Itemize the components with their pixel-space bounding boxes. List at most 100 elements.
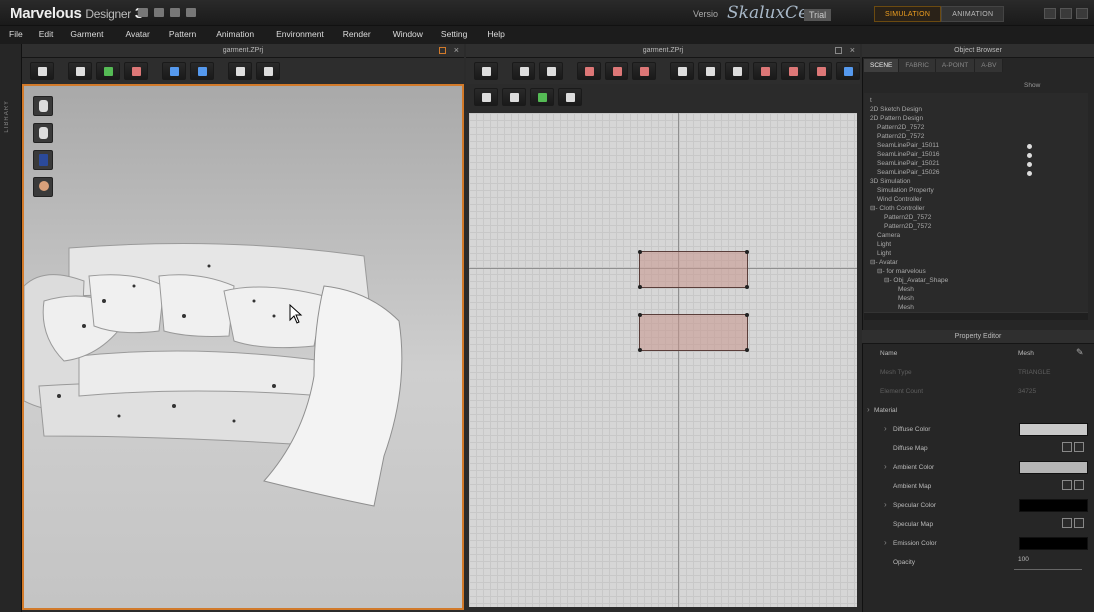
- expand-chevron-icon[interactable]: ›: [884, 500, 887, 509]
- expand-chevron-icon[interactable]: ›: [884, 538, 887, 547]
- garment-alt-tool-icon[interactable]: [124, 62, 148, 80]
- edit-pattern-icon[interactable]: [539, 62, 564, 80]
- viewport-3d[interactable]: [22, 84, 464, 610]
- close-panel-icon[interactable]: ×: [850, 45, 855, 55]
- pin-tool-icon[interactable]: [228, 62, 252, 80]
- tree-item[interactable]: SeamLinePair_15021: [877, 160, 940, 168]
- transform-pattern-icon[interactable]: [511, 62, 536, 80]
- tree-item[interactable]: Pattern2D_7572: [877, 124, 924, 132]
- minimize-icon[interactable]: [1044, 8, 1056, 19]
- add-map-icon[interactable]: [1062, 442, 1072, 452]
- pattern-piece[interactable]: [638, 250, 749, 289]
- arrange-tool-icon[interactable]: [190, 62, 214, 80]
- segment-seam-icon[interactable]: [502, 88, 526, 106]
- color-swatch[interactable]: [1019, 537, 1088, 550]
- library-strip[interactable]: LIBRARY: [0, 44, 22, 612]
- expand-chevron-icon[interactable]: ›: [884, 424, 887, 433]
- opacity-slider[interactable]: [1014, 569, 1082, 570]
- tree-item[interactable]: 2D Pattern Design: [870, 115, 923, 123]
- tree-item[interactable]: Simulation Property: [877, 187, 934, 195]
- visibility-toggle-icon[interactable]: [1027, 153, 1032, 158]
- tree-item[interactable]: Pattern2D_7572: [884, 214, 931, 222]
- free-seam-icon[interactable]: [530, 88, 554, 106]
- maximize-icon[interactable]: [439, 47, 446, 54]
- tree-item[interactable]: 3D Simulation: [870, 178, 910, 186]
- arrow-down-tool-icon[interactable]: [30, 62, 54, 80]
- expand-chevron-icon[interactable]: ›: [867, 405, 870, 414]
- dart-icon[interactable]: [836, 62, 860, 80]
- tree-item[interactable]: Wind Controller: [877, 196, 922, 204]
- pattern-canvas-2d[interactable]: [469, 113, 857, 607]
- rectangle-icon[interactable]: [697, 62, 722, 80]
- opacity-value[interactable]: 100: [1018, 556, 1029, 563]
- tree-item[interactable]: Camera: [877, 232, 900, 240]
- browser-tab-a-point[interactable]: A-POINT: [935, 59, 976, 72]
- menu-edit[interactable]: Edit: [33, 26, 60, 44]
- tree-item[interactable]: Mesh: [898, 295, 914, 303]
- tree-item[interactable]: Pattern2D_7572: [877, 133, 924, 141]
- tree-scrollbar[interactable]: [864, 312, 1088, 320]
- color-swatch[interactable]: [1019, 423, 1088, 436]
- redo-icon[interactable]: [186, 8, 196, 17]
- tree-item[interactable]: SeamLinePair_15016: [877, 151, 940, 159]
- circle-icon[interactable]: [725, 62, 750, 80]
- tree-item[interactable]: Mesh: [898, 286, 914, 294]
- browser-tab-a-bv[interactable]: A-BV: [975, 59, 1004, 72]
- menu-environment[interactable]: Environment: [270, 26, 330, 44]
- color-swatch[interactable]: [1019, 461, 1088, 474]
- menu-animation[interactable]: Animation: [210, 26, 260, 44]
- mode-tab-simulation[interactable]: SIMULATION: [874, 6, 942, 22]
- internal-rectangle-icon[interactable]: [780, 62, 805, 80]
- menu-window[interactable]: Window: [387, 26, 429, 44]
- undo-icon[interactable]: [170, 8, 180, 17]
- internal-polygon-icon[interactable]: [753, 62, 777, 80]
- visibility-toggle-icon[interactable]: [1027, 171, 1032, 176]
- tree-item[interactable]: Mesh: [898, 304, 914, 312]
- maximize-icon[interactable]: [835, 47, 842, 54]
- tree-item[interactable]: Light: [877, 241, 891, 249]
- menu-help[interactable]: Help: [481, 26, 510, 44]
- menu-avatar[interactable]: Avatar: [119, 26, 155, 44]
- tree-item[interactable]: SeamLinePair_15026: [877, 169, 940, 177]
- tree-item[interactable]: 2D Sketch Design: [870, 106, 922, 114]
- property-row[interactable]: Material ›: [864, 401, 1092, 420]
- tree-item[interactable]: Pattern2D_7572: [884, 223, 931, 231]
- browse-map-icon[interactable]: [1074, 518, 1084, 528]
- select-move-tool-icon[interactable]: [68, 62, 92, 80]
- add-point-icon[interactable]: [604, 62, 629, 80]
- tree-item[interactable]: ⊟- Cloth Controller: [870, 205, 925, 213]
- menu-pattern[interactable]: Pattern: [163, 26, 202, 44]
- pattern-piece[interactable]: [638, 313, 749, 352]
- close-icon[interactable]: [1076, 8, 1088, 19]
- property-value[interactable]: Mesh: [1018, 350, 1034, 357]
- check-seam-icon[interactable]: [558, 88, 582, 106]
- browser-tab-scene[interactable]: SCENE: [864, 59, 900, 72]
- restore-icon[interactable]: [1060, 8, 1072, 19]
- tree-item[interactable]: ⊟- for marvelous: [877, 268, 926, 276]
- tree-item[interactable]: t: [870, 97, 872, 105]
- browse-map-icon[interactable]: [1074, 480, 1084, 490]
- refresh-tool-icon[interactable]: [474, 62, 498, 80]
- edit-seam-icon[interactable]: [474, 88, 498, 106]
- scene-tree[interactable]: t 2D Sketch Design 2D Pattern Design Patter…: [864, 93, 1088, 319]
- curve-point-icon[interactable]: [576, 62, 601, 80]
- browser-tab-fabric[interactable]: FABRIC: [899, 59, 936, 72]
- close-panel-icon[interactable]: ×: [454, 45, 459, 55]
- tree-item[interactable]: SeamLinePair_15011: [877, 142, 939, 150]
- save-icon[interactable]: [138, 8, 148, 17]
- internal-circle-icon[interactable]: [808, 62, 833, 80]
- color-swatch[interactable]: [1019, 499, 1088, 512]
- menu-render[interactable]: Render: [337, 26, 377, 44]
- edit-curvature-icon[interactable]: [632, 62, 657, 80]
- tree-item[interactable]: Light: [877, 250, 891, 258]
- visibility-toggle-icon[interactable]: [1027, 162, 1032, 167]
- menu-file[interactable]: File: [3, 26, 29, 44]
- add-map-icon[interactable]: [1062, 518, 1072, 528]
- visibility-toggle-icon[interactable]: [1027, 144, 1032, 149]
- open-icon[interactable]: [154, 8, 164, 17]
- add-map-icon[interactable]: [1062, 480, 1072, 490]
- tree-item[interactable]: ⊟- Avatar: [870, 259, 898, 267]
- menu-garment[interactable]: Garment: [64, 26, 109, 44]
- menu-setting[interactable]: Setting: [435, 26, 473, 44]
- mode-tab-animation[interactable]: ANIMATION: [941, 6, 1005, 22]
